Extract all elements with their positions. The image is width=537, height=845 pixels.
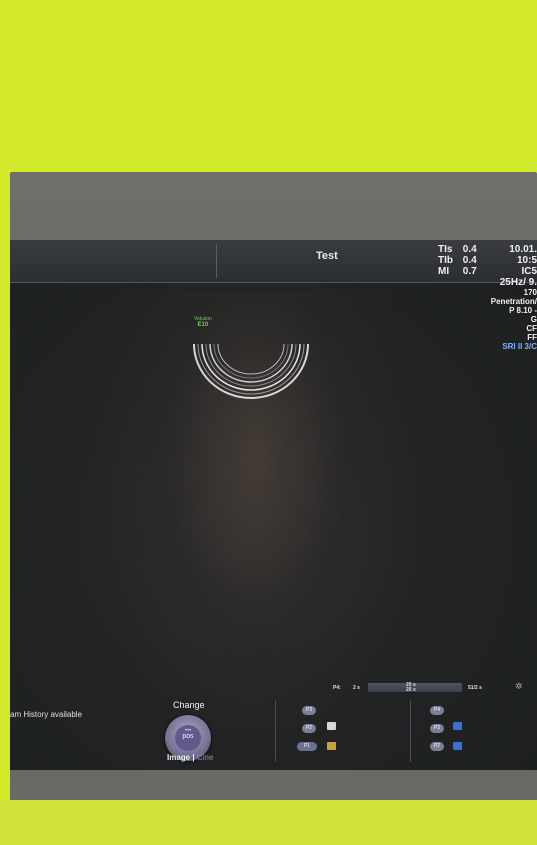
save-icon-b[interactable] — [453, 722, 462, 730]
save-icon[interactable] — [327, 742, 336, 750]
p3-button-a[interactable]: P3 — [302, 706, 316, 715]
cine-mid-bottom: 20 s — [406, 687, 416, 693]
cine-timeline[interactable]: 20 s 20 s — [368, 683, 462, 693]
divider-1 — [275, 700, 276, 762]
probe-code: IC5 — [521, 266, 537, 277]
header-divider — [216, 244, 217, 278]
p2-button-a[interactable]: P2 — [302, 724, 316, 733]
patient-title: Test — [316, 250, 338, 262]
knob-dots: ••• — [184, 728, 192, 734]
image-label: Image — [167, 753, 191, 762]
ultrasound-screen: Test TIs 0.4 TIb 0.4 MI 0.7 10.01. 10:5 … — [10, 240, 537, 770]
depth-value: 170 — [523, 288, 537, 297]
background-wall — [0, 0, 537, 175]
save-icon-c[interactable] — [453, 742, 462, 750]
sector-graphic — [193, 343, 309, 399]
print-icon[interactable] — [327, 722, 336, 730]
ff-label: FF — [527, 333, 537, 342]
date-text: 10.01. — [509, 244, 537, 255]
history-status: am History available — [10, 710, 83, 719]
cine-start: 2 s — [353, 685, 360, 691]
background-floor — [0, 800, 537, 845]
divider-2 — [410, 700, 411, 762]
sri-label: SRI II 3/C — [502, 342, 537, 351]
image-cine-toggle[interactable]: Image | Cine — [167, 753, 213, 762]
time-text: 10:5 — [516, 255, 537, 266]
imaging-params: 10.01. 10:5 IC5 25Hz/ 9. 170 Penetration… — [437, 244, 537, 351]
cf-label: CF — [526, 324, 537, 333]
cine-end: 51/2 s — [468, 685, 482, 691]
gear-icon[interactable]: ✲ — [515, 682, 524, 691]
power-value: P 8.10 - — [509, 306, 537, 315]
probe-model: E10 — [197, 322, 209, 328]
cine-label: Cine — [196, 753, 214, 762]
p1-button-a[interactable]: P1 — [297, 742, 317, 751]
gain-label: G — [530, 315, 537, 324]
cine-prefix: P4: — [333, 685, 341, 691]
p2-button-b[interactable]: P2 — [430, 742, 444, 751]
probe-label: Voluson E10 — [194, 316, 212, 328]
knob-center[interactable]: ••• pos — [175, 725, 201, 751]
p4-button[interactable]: P4 — [430, 706, 444, 715]
change-label: Change — [173, 700, 205, 710]
p3-button-b[interactable]: P3 — [430, 724, 444, 733]
penetration-label: Penetration/ — [490, 297, 537, 306]
ultrasound-sector — [192, 340, 310, 400]
separator-text: | — [192, 753, 195, 762]
frame-rate: 25Hz/ 9. — [499, 277, 537, 288]
